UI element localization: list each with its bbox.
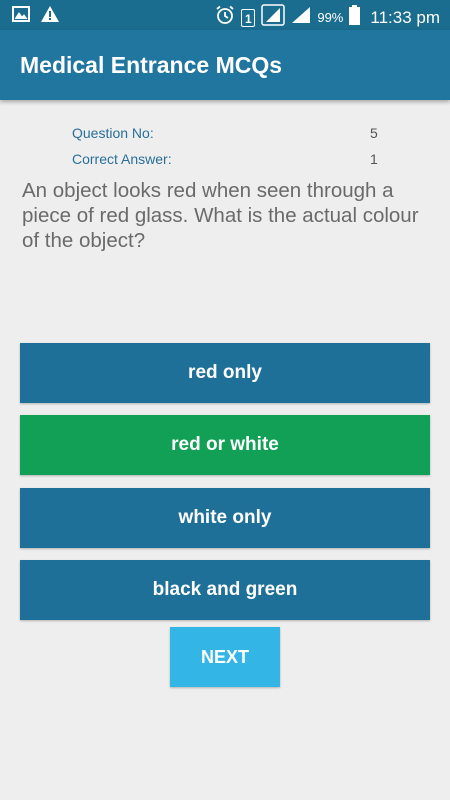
question-no-label: Question No:	[72, 125, 154, 141]
correct-answer-value: 1	[370, 151, 378, 167]
battery-percent: 99%	[317, 10, 344, 25]
question-text: An object looks red when seen through a …	[22, 179, 419, 252]
option-button-4[interactable]: black and green	[20, 560, 430, 620]
signal-icon	[261, 4, 286, 31]
correct-answer-label: Correct Answer:	[72, 151, 172, 167]
option-button-2[interactable]: red or white	[20, 415, 430, 475]
status-bar: 1 99% 11:33 pm	[0, 0, 450, 30]
image-icon	[12, 5, 30, 28]
signal-icon	[291, 6, 311, 29]
battery-icon	[349, 5, 361, 30]
next-button[interactable]: NEXT	[170, 627, 280, 687]
sim-icon: 1	[241, 8, 256, 27]
status-right-icons: 1 99% 11:33 pm	[215, 4, 440, 31]
option-button-3[interactable]: white only	[20, 488, 430, 548]
app-title: Medical Entrance MCQs	[20, 52, 283, 78]
question-no-value: 5	[370, 125, 378, 141]
app-bar: Medical Entrance MCQs	[0, 30, 450, 100]
clock: 11:33 pm	[370, 7, 440, 27]
status-left-icons	[12, 5, 60, 28]
option-button-1[interactable]: red only	[20, 343, 430, 403]
warning-icon	[40, 5, 60, 28]
alarm-icon	[215, 5, 235, 30]
